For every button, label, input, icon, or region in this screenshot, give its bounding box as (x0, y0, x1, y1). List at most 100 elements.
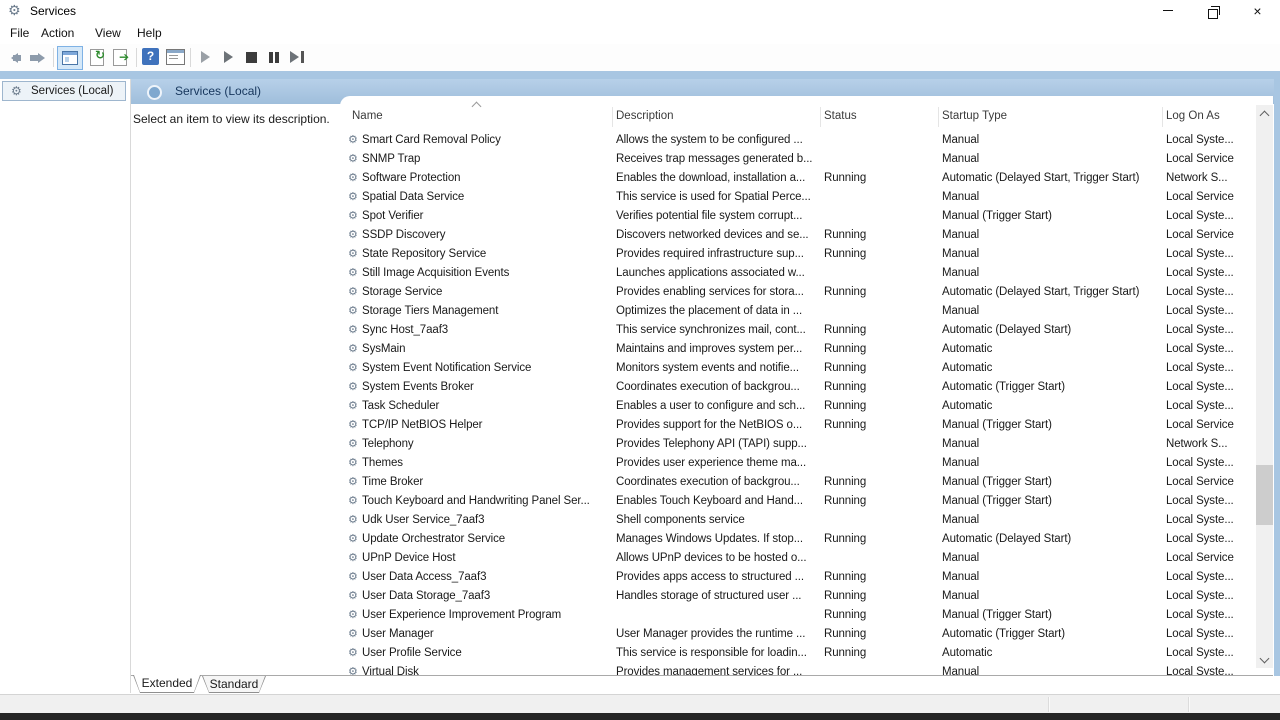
stop-service-icon[interactable] (246, 52, 257, 63)
table-row[interactable]: ⚙Spatial Data ServiceThis service is use… (340, 188, 1256, 207)
resume-service-icon[interactable] (224, 51, 233, 63)
forward-icon[interactable] (38, 53, 50, 63)
console-tree-panel: ⚙ Services (Local) (0, 79, 131, 693)
service-startup-type: Manual (942, 226, 1164, 245)
service-status (824, 549, 936, 568)
menu-bar: File Action View Help (0, 22, 1280, 44)
menu-help[interactable]: Help (137, 26, 162, 40)
table-row[interactable]: ⚙TelephonyProvides Telephony API (TAPI) … (340, 435, 1256, 454)
table-row[interactable]: ⚙Udk User Service_7aaf3Shell components … (340, 511, 1256, 530)
help-icon[interactable]: ? (142, 48, 159, 65)
table-row[interactable]: ⚙SysMainMaintains and improves system pe… (340, 340, 1256, 359)
sort-ascending-icon (472, 102, 482, 112)
service-gear-icon: ⚙ (348, 530, 361, 549)
table-row[interactable]: ⚙Software ProtectionEnables the download… (340, 169, 1256, 188)
service-startup-type: Manual (Trigger Start) (942, 207, 1164, 226)
description-panel: Select an item to view its description. (131, 104, 340, 675)
column-header-row: Name Description Status Startup Type Log… (340, 105, 1256, 129)
show-console-tree-button[interactable] (57, 46, 83, 70)
table-row[interactable]: ⚙SSDP DiscoveryDiscovers networked devic… (340, 226, 1256, 245)
service-name: Smart Card Removal Policy (362, 131, 614, 150)
column-header-status[interactable]: Status (824, 110, 857, 122)
minimize-icon (1163, 10, 1173, 11)
column-header-description[interactable]: Description (616, 110, 674, 122)
header-separator (1162, 107, 1163, 127)
table-row[interactable]: ⚙User Data Access_7aaf3Provides apps acc… (340, 568, 1256, 587)
tab-extended[interactable]: Extended (133, 675, 201, 693)
tab-standard[interactable]: Standard (202, 676, 266, 693)
service-name: Udk User Service_7aaf3 (362, 511, 614, 530)
table-row[interactable]: ⚙Spot VerifierVerifies potential file sy… (340, 207, 1256, 226)
table-row[interactable]: ⚙Task SchedulerEnables a user to configu… (340, 397, 1256, 416)
service-status: Running (824, 606, 936, 625)
service-status: Running (824, 283, 936, 302)
table-row[interactable]: ⚙User Profile ServiceThis service is res… (340, 644, 1256, 663)
scroll-up-button[interactable] (1256, 105, 1273, 122)
table-row[interactable]: ⚙Storage ServiceProvides enabling servic… (340, 283, 1256, 302)
service-logon-as: Local Syste... (1166, 530, 1254, 549)
service-startup-type: Manual (942, 131, 1164, 150)
start-service-icon[interactable] (201, 51, 210, 63)
service-name: User Data Access_7aaf3 (362, 568, 614, 587)
restore-icon (1208, 9, 1218, 19)
table-row[interactable]: ⚙System Event Notification ServiceMonito… (340, 359, 1256, 378)
service-gear-icon: ⚙ (348, 150, 361, 169)
toolbar-separator (136, 48, 137, 67)
view-frame-top (0, 71, 1280, 79)
table-row[interactable]: ⚙TCP/IP NetBIOS HelperProvides support f… (340, 416, 1256, 435)
service-name: System Event Notification Service (362, 359, 614, 378)
toolbar-separator (190, 48, 191, 67)
vertical-scrollbar[interactable] (1256, 105, 1273, 668)
service-status (824, 435, 936, 454)
column-header-logon[interactable]: Log On As (1166, 110, 1220, 122)
menu-action[interactable]: Action (41, 26, 74, 40)
service-startup-type: Automatic (Delayed Start, Trigger Start) (942, 283, 1164, 302)
table-row[interactable]: ⚙SNMP TrapReceives trap messages generat… (340, 150, 1256, 169)
table-row[interactable]: ⚙Update Orchestrator ServiceManages Wind… (340, 530, 1256, 549)
service-gear-icon: ⚙ (348, 264, 361, 283)
service-description: Discovers networked devices and se... (616, 226, 821, 245)
table-row[interactable]: ⚙Smart Card Removal PolicyAllows the sys… (340, 131, 1256, 150)
service-description: Enables a user to configure and sch... (616, 397, 821, 416)
close-button[interactable]: × (1235, 0, 1280, 22)
table-row[interactable]: ⚙State Repository ServiceProvides requir… (340, 245, 1256, 264)
table-row[interactable]: ⚙Sync Host_7aaf3This service synchronize… (340, 321, 1256, 340)
title-bar: ⚙ Services × (0, 0, 1280, 22)
service-status (824, 454, 936, 473)
table-row[interactable]: ⚙System Events BrokerCoordinates executi… (340, 378, 1256, 397)
pause-service-icon[interactable] (269, 52, 273, 63)
scroll-down-button[interactable] (1256, 651, 1273, 668)
column-header-name[interactable]: Name (352, 110, 383, 122)
minimize-button[interactable] (1145, 0, 1190, 22)
service-description: This service is used for Spatial Perce..… (616, 188, 821, 207)
menu-view[interactable]: View (95, 26, 121, 40)
service-gear-icon: ⚙ (348, 435, 361, 454)
properties-icon[interactable] (166, 49, 185, 65)
column-header-startup[interactable]: Startup Type (942, 110, 1007, 122)
table-row[interactable]: ⚙Storage Tiers ManagementOptimizes the p… (340, 302, 1256, 321)
menu-file[interactable]: File (10, 26, 29, 40)
table-row[interactable]: ⚙Time BrokerCoordinates execution of bac… (340, 473, 1256, 492)
restore-button[interactable] (1190, 0, 1235, 22)
table-row[interactable]: ⚙Touch Keyboard and Handwriting Panel Se… (340, 492, 1256, 511)
service-description: Provides apps access to structured ... (616, 568, 821, 587)
service-startup-type: Manual (942, 302, 1164, 321)
table-row[interactable]: ⚙User ManagerUser Manager provides the r… (340, 625, 1256, 644)
service-description: Allows UPnP devices to be hosted o... (616, 549, 821, 568)
tree-item-services-local[interactable]: ⚙ Services (Local) (2, 81, 126, 101)
table-row[interactable]: ⚙ThemesProvides user experience theme ma… (340, 454, 1256, 473)
service-name: Storage Tiers Management (362, 302, 614, 321)
service-description: Allows the system to be configured ... (616, 131, 821, 150)
services-gear-icon: ⚙ (11, 82, 22, 100)
service-description: Handles storage of structured user ... (616, 587, 821, 606)
service-description: User Manager provides the runtime ... (616, 625, 821, 644)
table-row[interactable]: ⚙Still Image Acquisition EventsLaunches … (340, 264, 1256, 283)
service-logon-as: Local Syste... (1166, 606, 1254, 625)
table-row[interactable]: ⚙UPnP Device HostAllows UPnP devices to … (340, 549, 1256, 568)
scrollbar-thumb[interactable] (1256, 465, 1273, 525)
table-row[interactable]: ⚙User Data Storage_7aaf3Handles storage … (340, 587, 1256, 606)
restart-service-icon[interactable] (290, 51, 299, 63)
table-row[interactable]: ⚙User Experience Improvement ProgramRunn… (340, 606, 1256, 625)
service-logon-as: Local Syste... (1166, 644, 1254, 663)
service-logon-as: Local Syste... (1166, 511, 1254, 530)
